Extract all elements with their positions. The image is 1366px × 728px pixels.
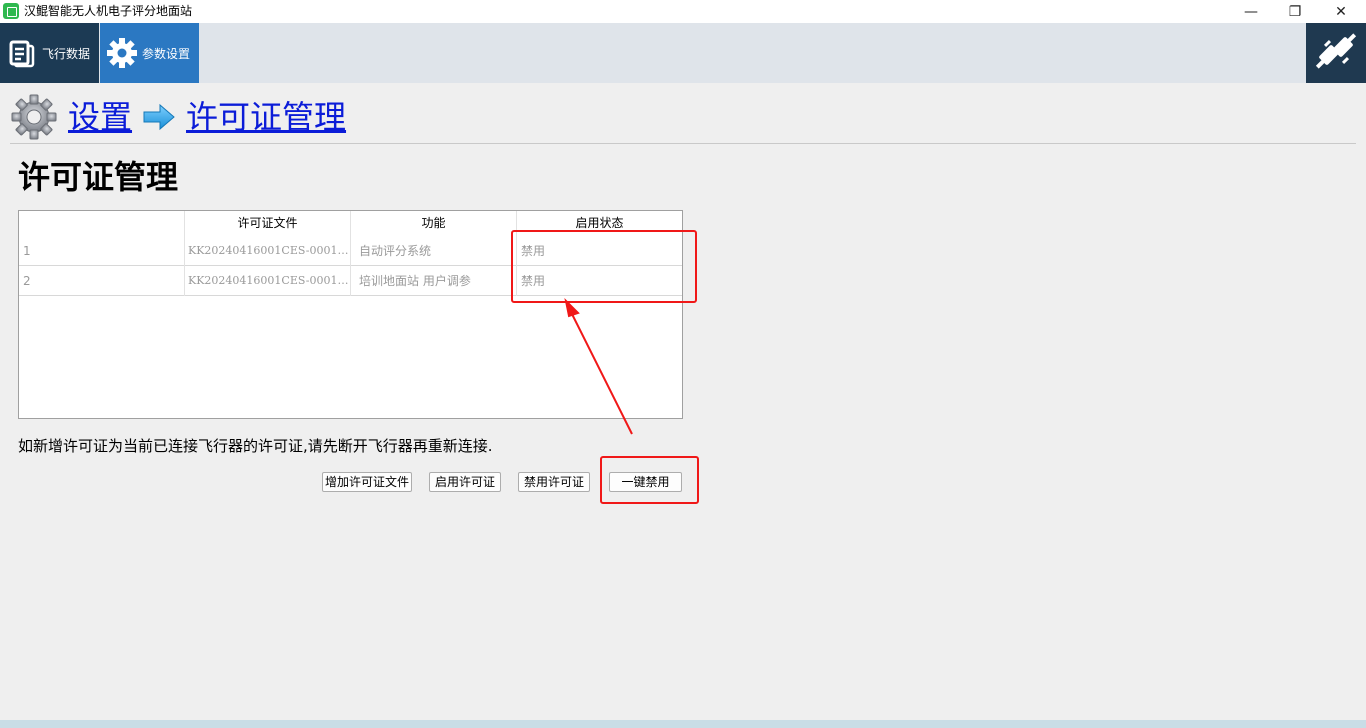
page-title: 许可证管理 [18, 158, 179, 196]
tab-flight-data[interactable]: 飞行数据 [0, 23, 99, 83]
column-header-file: 许可证文件 [185, 211, 351, 236]
minimize-button[interactable]: — [1228, 0, 1274, 23]
breadcrumb-divider [10, 143, 1356, 144]
column-header-function: 功能 [351, 211, 517, 236]
plug-disconnect-icon [1314, 29, 1358, 77]
title-bar: 汉鲲智能无人机电子评分地面站 — ❐ ✕ [0, 0, 1366, 23]
column-header-index [19, 211, 185, 236]
settings-gear-icon [10, 93, 58, 141]
tab-param-settings[interactable]: 参数设置 [100, 23, 199, 83]
tab-flight-data-label: 飞行数据 [42, 46, 91, 61]
tab-param-settings-label: 参数设置 [142, 46, 191, 61]
app-logo-icon [3, 3, 19, 19]
row-function: 自动评分系统 [351, 236, 517, 266]
breadcrumb: 设置 许可证管理 [10, 93, 346, 141]
row-function: 培训地面站 用户调参 [351, 266, 517, 296]
connect-button[interactable] [1306, 23, 1366, 83]
enable-license-button[interactable]: 启用许可证 [429, 472, 501, 492]
breadcrumb-settings-link[interactable]: 设置 [68, 97, 132, 137]
row-index: 1 [19, 236, 185, 266]
status-annotation-box [511, 230, 697, 303]
window-title: 汉鲲智能无人机电子评分地面站 [24, 4, 193, 18]
main-toolbar: 飞行数据 参数设置 [0, 23, 1366, 83]
gear-icon [106, 37, 138, 69]
maximize-button[interactable]: ❐ [1272, 0, 1318, 23]
add-license-file-button[interactable]: 增加许可证文件 [322, 472, 412, 492]
arrow-right-icon [142, 103, 176, 131]
row-index: 2 [19, 266, 185, 296]
breadcrumb-license-link[interactable]: 许可证管理 [186, 97, 346, 137]
close-button[interactable]: ✕ [1318, 0, 1364, 23]
reconnect-hint: 如新增许可证为当前已连接飞行器的许可证,请先断开飞行器再重新连接. [18, 437, 493, 455]
bottom-status-strip [0, 720, 1366, 728]
document-icon [6, 37, 38, 69]
disable-all-annotation-box [600, 456, 699, 504]
row-license-file: KK20240416001CES-0001… [185, 266, 351, 296]
disable-license-button[interactable]: 禁用许可证 [518, 472, 590, 492]
row-license-file: KK20240416001CES-0001… [185, 236, 351, 266]
